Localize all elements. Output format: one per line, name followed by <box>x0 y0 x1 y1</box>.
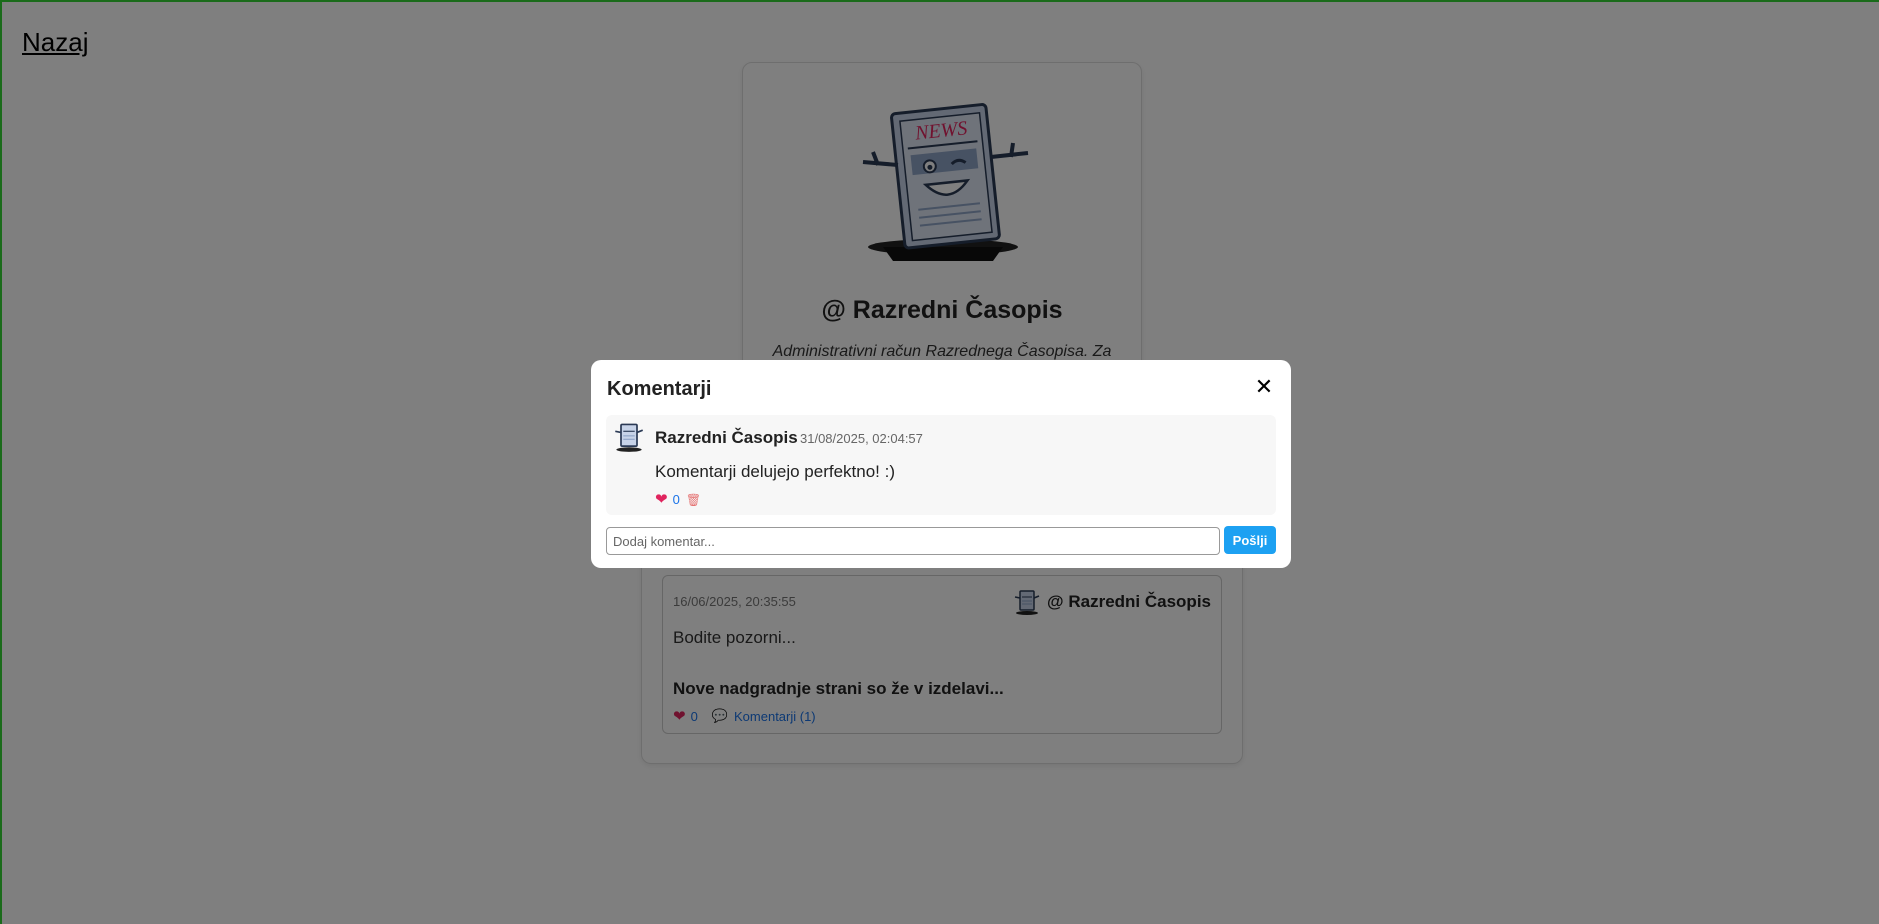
comment-text: Komentarji delujejo perfektno! :) <box>655 462 896 481</box>
comment-input[interactable] <box>606 527 1220 555</box>
newspaper-avatar-icon <box>615 423 644 452</box>
send-button[interactable]: Pošlji <box>1224 526 1276 554</box>
heart-icon[interactable]: ❤ <box>655 492 668 507</box>
comment-like-count: 0 <box>672 492 680 507</box>
comment-date: 31/08/2025, 02:04:57 <box>800 431 923 446</box>
comment-actions: ❤ 0 🗑 <box>655 492 701 507</box>
modal-title: Komentarji <box>607 378 712 400</box>
comment-item: Razredni Časopis 31/08/2025, 02:04:57 Ko… <box>606 415 1276 515</box>
comment-author: Razredni Časopis <box>655 428 798 447</box>
trash-icon[interactable]: 🗑 <box>686 493 701 507</box>
comments-modal: Komentarji ✕ Razredni Časopis 31/08/2025… <box>591 360 1291 568</box>
close-icon[interactable]: ✕ <box>1251 374 1277 400</box>
